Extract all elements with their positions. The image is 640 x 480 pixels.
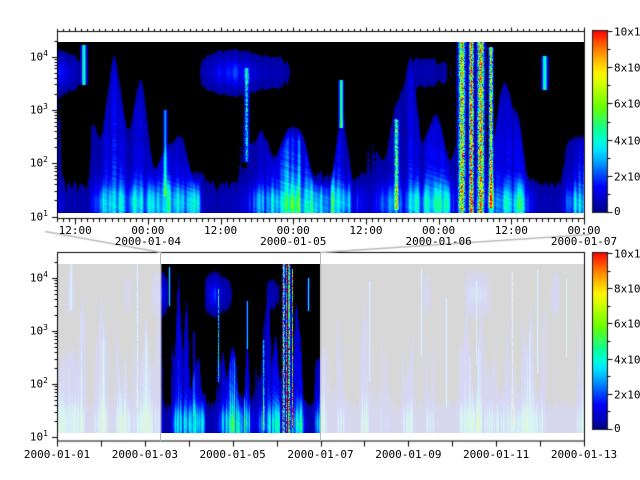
- top-x-date-label: 2000-01-07: [551, 236, 617, 247]
- top-x-tick-label: 12:00: [204, 225, 237, 236]
- y-tick-label-top: 102: [16, 156, 48, 169]
- y-tick-label-top: 104: [16, 50, 48, 63]
- y-tick-label-top: 101: [16, 210, 48, 223]
- bottom-x-tick-label: 2000-01-09: [375, 449, 441, 460]
- top-x-date-label: 2000-01-04: [115, 236, 181, 247]
- y-tick-label-bottom: 101: [16, 430, 48, 443]
- zoom-selection-region[interactable]: [160, 252, 321, 441]
- colorbar-tick-label-bottom: 6x107: [614, 317, 640, 330]
- top-colorbar-gradient: [593, 31, 607, 212]
- colorbar-tick-label-top: 0: [614, 206, 621, 217]
- colorbar-tick-label-top: 2x107: [614, 170, 640, 183]
- colorbar-tick-label-top: 8x107: [614, 61, 640, 74]
- bottom-colorbar-gradient: [593, 253, 607, 429]
- top-x-tick-label: 12:00: [59, 225, 92, 236]
- colorbar-tick-label-top: 10x107: [614, 25, 640, 38]
- y-tick-label-bottom: 104: [16, 271, 48, 284]
- bottom-x-tick-label: 2000-01-01: [24, 449, 90, 460]
- bottom-x-tick-label: 2000-01-13: [551, 449, 617, 460]
- bottom-x-tick-label: 2000-01-05: [200, 449, 266, 460]
- colorbar-tick-label-bottom: 2x107: [614, 388, 640, 401]
- colorbar-tick-label-top: 6x107: [614, 97, 640, 110]
- top-spectrogram-image: [57, 42, 584, 213]
- top-x-tick-label: 12:00: [495, 225, 528, 236]
- colorbar-tick-label-bottom: 10x107: [614, 247, 640, 260]
- top-x-tick-label: 12:00: [349, 225, 382, 236]
- spectrogram-figure: 12:0000:002000-01-0412:0000:002000-01-05…: [0, 0, 640, 480]
- colorbar-tick-label-bottom: 0: [614, 423, 621, 434]
- bottom-x-tick-label: 2000-01-11: [463, 449, 529, 460]
- colorbar-tick-label-top: 4x107: [614, 134, 640, 147]
- colorbar-tick-label-bottom: 8x107: [614, 282, 640, 295]
- bottom-x-tick-label: 2000-01-07: [287, 449, 353, 460]
- y-tick-label-top: 103: [16, 103, 48, 116]
- top-x-date-label: 2000-01-05: [260, 236, 326, 247]
- y-tick-label-bottom: 103: [16, 324, 48, 337]
- bottom-x-tick-label: 2000-01-03: [112, 449, 178, 460]
- top-x-date-label: 2000-01-06: [405, 236, 471, 247]
- colorbar-tick-label-bottom: 4x107: [614, 353, 640, 366]
- y-tick-label-bottom: 102: [16, 377, 48, 390]
